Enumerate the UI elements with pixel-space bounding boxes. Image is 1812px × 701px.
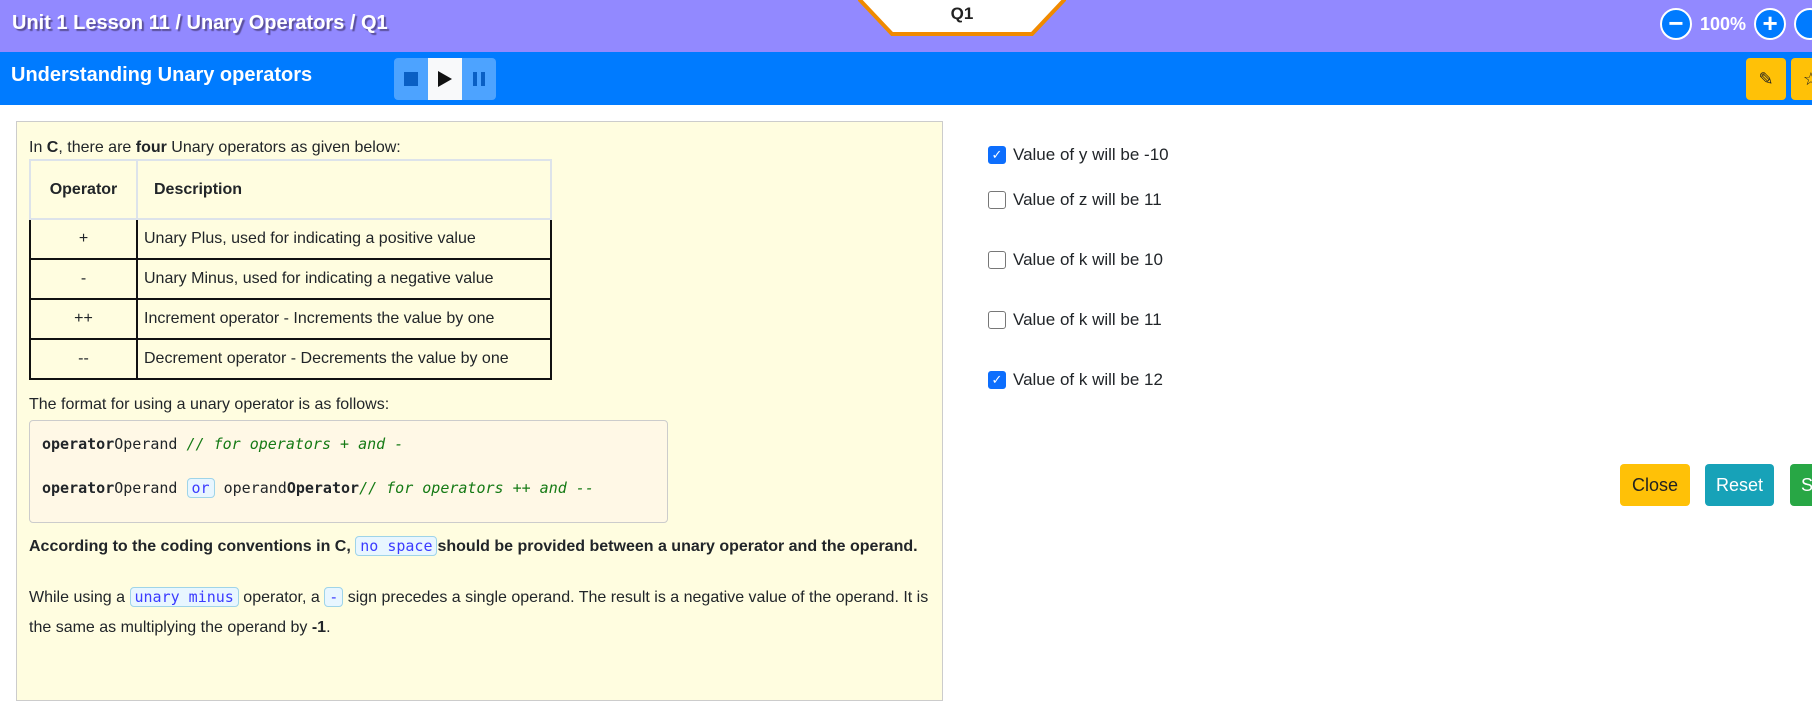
table-row: + Unary Plus, used for indicating a posit… xyxy=(29,218,552,260)
zoom-level: 100% xyxy=(1700,13,1747,34)
star-icon[interactable]: ☆ xyxy=(1791,58,1812,100)
breadcrumb: Unit 1 Lesson 11 / Unary Operators / Q1 xyxy=(12,12,388,34)
pause-icon[interactable] xyxy=(462,58,496,100)
reset-button[interactable]: Reset xyxy=(1705,464,1774,506)
explanation-panel: In C, there are four Unary operators as … xyxy=(16,121,943,701)
close-button[interactable]: Close xyxy=(1620,464,1690,506)
media-controls xyxy=(394,58,496,100)
intro-text: In C, there are four Unary operators as … xyxy=(29,139,401,156)
option[interactable]: ✓ Value of y will be -10 xyxy=(988,140,1169,170)
question-tab-label: Q1 xyxy=(950,4,974,23)
pencil-icon[interactable]: ✎ xyxy=(1746,58,1786,100)
code-block: operatorOperand // for operators + and -… xyxy=(29,420,668,523)
table-header: Description xyxy=(136,159,552,220)
unary-minus-text: While using a unary minus operator, a - … xyxy=(29,587,929,636)
checkbox[interactable] xyxy=(988,191,1006,209)
zoom-reset-icon[interactable] xyxy=(1794,8,1812,40)
option[interactable]: Value of k will be 11 xyxy=(988,290,1169,350)
option[interactable]: Value of k will be 10 xyxy=(988,230,1169,290)
checkbox[interactable] xyxy=(988,251,1006,269)
checkbox-checked[interactable]: ✓ xyxy=(988,371,1006,389)
lesson-bar: Understanding Unary operators ✎ ☆ xyxy=(0,52,1812,105)
format-intro: The format for using a unary operator is… xyxy=(29,396,390,413)
table-row: ++ Increment operator - Increments the va… xyxy=(29,298,552,340)
lesson-title: Understanding Unary operators xyxy=(11,64,313,86)
convention-text: According to the coding conventions in C… xyxy=(29,536,918,556)
zoom-in-icon[interactable]: + xyxy=(1754,8,1787,40)
checkbox-checked[interactable]: ✓ xyxy=(988,146,1006,164)
table-header: Operator xyxy=(29,159,138,220)
play-icon[interactable] xyxy=(428,58,462,100)
top-bar: Unit 1 Lesson 11 / Unary Operators / Q1 … xyxy=(0,0,1812,52)
checkbox[interactable] xyxy=(988,311,1006,329)
operators-table: Operator Description + Unary Plus, used fo… xyxy=(29,159,552,380)
answer-options: ✓ Value of y will be -10 Value of z will … xyxy=(988,140,1169,410)
question-tab[interactable]: Q1 xyxy=(858,0,1066,36)
option[interactable]: Value of z will be 11 xyxy=(988,170,1169,230)
table-row: - Unary Minus, used for indicating a nega… xyxy=(29,258,552,300)
submit-button[interactable]: S xyxy=(1790,464,1812,506)
zoom-out-icon[interactable]: − xyxy=(1660,8,1692,40)
stop-icon[interactable] xyxy=(394,58,428,100)
table-row: -- Decrement operator - Decrements the va… xyxy=(29,338,552,380)
option[interactable]: ✓ Value of k will be 12 xyxy=(988,350,1169,410)
